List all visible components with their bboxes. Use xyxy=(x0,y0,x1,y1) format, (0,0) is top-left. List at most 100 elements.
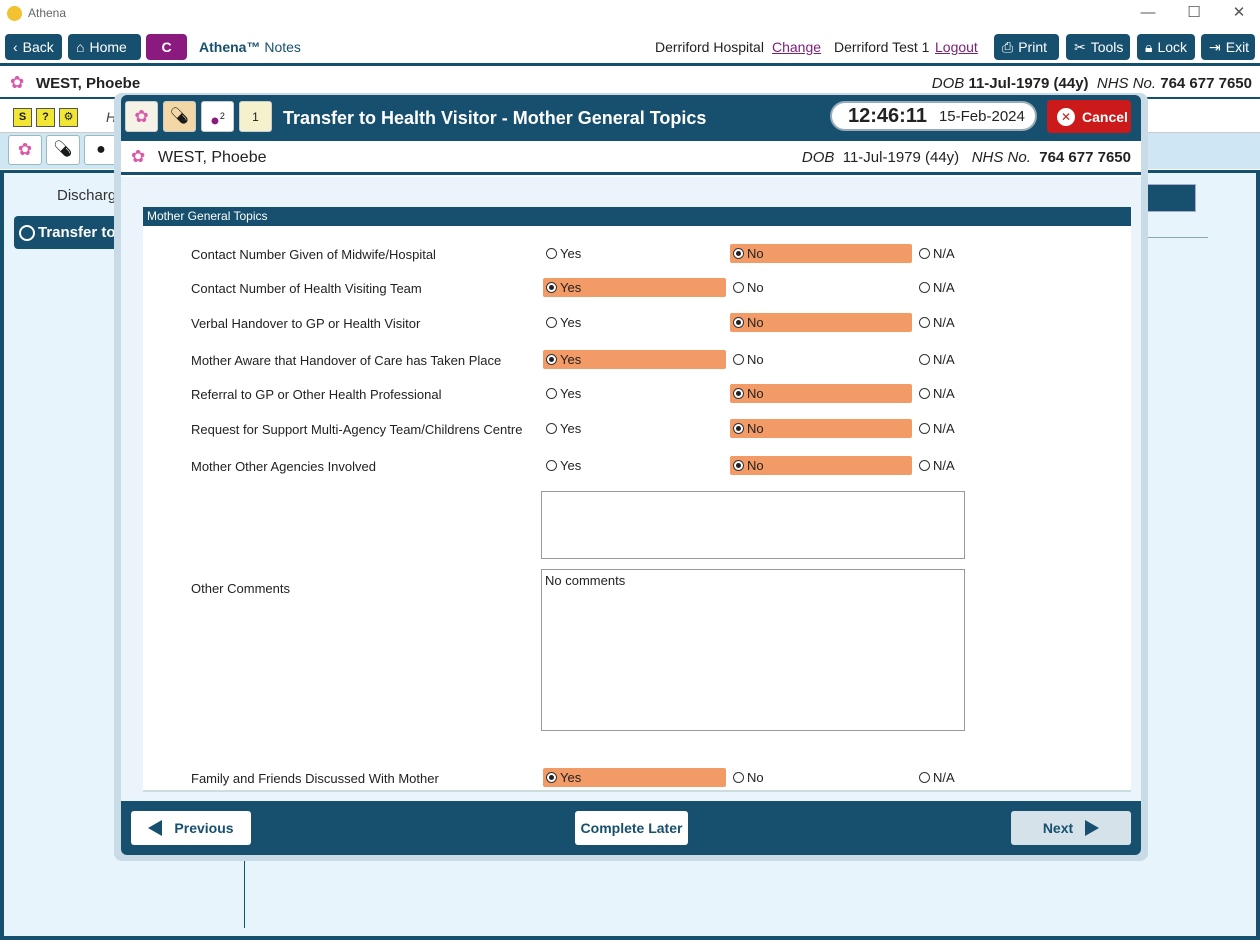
patients-icon[interactable]: ● xyxy=(84,135,118,165)
modal-patient-name: WEST, Phoebe xyxy=(158,149,267,166)
app-brand: Athena™ Notes xyxy=(199,39,301,55)
question-2-option-yes[interactable]: Yes xyxy=(543,278,726,297)
question-7-label: Mother Other Agencies Involved xyxy=(191,459,376,474)
background-vertical-line xyxy=(244,858,245,928)
user-name: Derriford Test 1 xyxy=(834,39,930,55)
clock-display: 12:46:11 15-Feb-2024 xyxy=(830,101,1037,131)
s-icon[interactable]: S xyxy=(13,108,32,127)
tools-label: Tools xyxy=(1090,39,1124,55)
question-6-option-na[interactable]: N/A xyxy=(916,419,976,438)
question-4-option-yes[interactable]: Yes xyxy=(543,350,726,369)
question-7-option-yes[interactable]: Yes xyxy=(543,456,726,475)
question-1-option-yes[interactable]: Yes xyxy=(543,244,726,263)
question-3-option-no[interactable]: No xyxy=(730,313,912,332)
option-label: No xyxy=(747,421,764,436)
question-6-option-yes[interactable]: Yes xyxy=(543,419,726,438)
complete-later-button[interactable]: Complete Later xyxy=(575,811,688,845)
option-label: Yes xyxy=(560,246,582,261)
background-discharge-label: Discharg xyxy=(57,187,117,204)
option-label: No xyxy=(747,770,764,785)
mother-baby-header-icon[interactable]: ●2 xyxy=(201,101,234,132)
family-question-option-na[interactable]: N/A xyxy=(916,768,976,787)
family-question-label: Family and Friends Discussed With Mother xyxy=(191,771,439,786)
radio-button-icon xyxy=(733,423,744,434)
question-1-option-no[interactable]: No xyxy=(730,244,912,263)
option-label: Yes xyxy=(560,458,582,473)
help-icon[interactable]: ? xyxy=(36,108,55,127)
badge-count-2: 2 xyxy=(219,111,225,121)
question-2-option-na[interactable]: N/A xyxy=(916,278,976,297)
flower-icon: ✿ xyxy=(10,73,25,92)
other-agencies-textbox[interactable] xyxy=(541,491,965,559)
question-5-option-na[interactable]: N/A xyxy=(916,384,976,403)
print-label: Print xyxy=(1018,39,1047,55)
minimize-button[interactable]: — xyxy=(1128,2,1168,26)
radio-button-icon xyxy=(546,460,557,471)
radio-button-icon xyxy=(546,388,557,399)
option-label: N/A xyxy=(933,352,955,367)
close-window-button[interactable]: ✕ xyxy=(1219,2,1259,26)
other-comments-textbox[interactable]: No comments xyxy=(541,569,965,731)
change-hospital-link[interactable]: Change xyxy=(772,39,821,55)
notes-header-icon[interactable]: 1 xyxy=(239,101,272,132)
radio-button-icon xyxy=(733,354,744,365)
medication-header-icon[interactable]: 💊︎ xyxy=(163,101,196,132)
modal-dob-value: 11-Jul-1979 (44y) xyxy=(842,149,960,166)
radio-button-icon xyxy=(919,388,930,399)
settings-icon[interactable]: ⚙ xyxy=(59,108,78,127)
question-7-option-na[interactable]: N/A xyxy=(916,456,976,475)
question-5-label: Referral to GP or Other Health Professio… xyxy=(191,387,442,402)
option-label: N/A xyxy=(933,280,955,295)
question-2-option-no[interactable]: No xyxy=(730,278,912,297)
tools-button[interactable]: ✂ Tools xyxy=(1066,34,1130,60)
modal-patient-banner: ✿ WEST, Phoebe DOB 11-Jul-1979 (44y) NHS… xyxy=(121,141,1141,175)
option-label: N/A xyxy=(933,421,955,436)
medication-icon[interactable]: 💊︎ xyxy=(46,135,80,165)
home-label: Home xyxy=(89,39,127,55)
print-button[interactable]: ⎙ Print xyxy=(994,34,1059,60)
form-area: Mother General Topics Contact Number Giv… xyxy=(121,177,1141,801)
logout-link[interactable]: Logout xyxy=(935,39,978,55)
home-button[interactable]: ⌂ Home xyxy=(68,34,141,60)
family-question-option-no[interactable]: No xyxy=(730,768,912,787)
flower-header-icon[interactable]: ✿ xyxy=(125,101,158,132)
c-button[interactable]: C xyxy=(146,34,187,60)
radio-button-icon xyxy=(919,423,930,434)
previous-button[interactable]: Previous xyxy=(131,811,251,845)
lock-button[interactable]: 🔒︎ Lock xyxy=(1137,34,1195,60)
radio-button-icon xyxy=(733,248,744,259)
maximize-button[interactable]: ☐ xyxy=(1174,2,1214,26)
background-transfer-tab[interactable]: Transfer to xyxy=(14,216,124,249)
question-4-option-na[interactable]: N/A xyxy=(916,350,976,369)
question-5-option-no[interactable]: No xyxy=(730,384,912,403)
section-header: Mother General Topics xyxy=(143,207,1131,226)
patient-details: DOB 11-Jul-1979 (44y) NHS No. 764 677 76… xyxy=(932,75,1252,92)
home-icon: ⌂ xyxy=(76,39,85,55)
question-3-option-na[interactable]: N/A xyxy=(916,313,976,332)
back-button[interactable]: ‹ Back xyxy=(5,34,62,60)
question-7-option-no[interactable]: No xyxy=(730,456,912,475)
question-4-option-no[interactable]: No xyxy=(730,350,912,369)
question-5-option-yes[interactable]: Yes xyxy=(543,384,726,403)
cancel-button[interactable]: ✕ Cancel xyxy=(1047,100,1131,133)
option-label: N/A xyxy=(933,246,955,261)
option-label: No xyxy=(747,352,764,367)
option-label: Yes xyxy=(560,421,582,436)
other-comments-label: Other Comments xyxy=(191,581,290,596)
question-4-label: Mother Aware that Handover of Care has T… xyxy=(191,353,502,368)
option-label: Yes xyxy=(560,352,582,367)
radio-button-icon xyxy=(546,248,557,259)
family-question-option-yes[interactable]: Yes xyxy=(543,768,726,787)
window-title: Athena xyxy=(28,6,67,20)
question-1-option-na[interactable]: N/A xyxy=(916,244,976,263)
flower-tool-icon[interactable]: ✿ xyxy=(8,135,42,165)
form-panel: Mother General Topics Contact Number Giv… xyxy=(143,207,1131,792)
question-3-option-yes[interactable]: Yes xyxy=(543,313,726,332)
lock-icon: 🔒︎ xyxy=(1145,38,1153,55)
next-button[interactable]: Next xyxy=(1011,811,1131,845)
option-label: Yes xyxy=(560,770,582,785)
exit-button[interactable]: ⇥ Exit xyxy=(1201,34,1255,60)
option-label: No xyxy=(747,386,764,401)
radio-button-icon xyxy=(919,772,930,783)
question-6-option-no[interactable]: No xyxy=(730,419,912,438)
